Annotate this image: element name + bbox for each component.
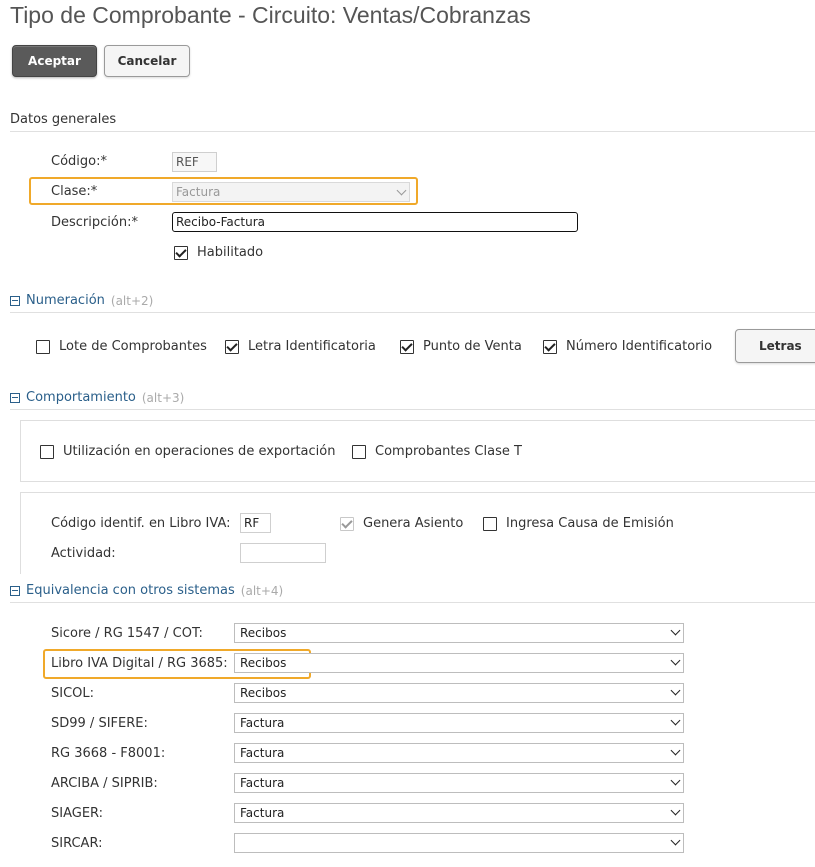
clase-value: Factura — [176, 185, 221, 199]
numeracion-shortcut: (alt+2) — [110, 293, 154, 308]
divider — [10, 602, 815, 603]
descripcion-field[interactable]: Recibo-Factura — [172, 212, 578, 232]
equiv-select-sicore[interactable]: Recibos — [234, 623, 684, 643]
genera-asiento-checkbox[interactable] — [340, 517, 354, 531]
libro-iva-label: Código identif. en Libro IVA: — [51, 516, 231, 531]
actividad-field[interactable] — [240, 543, 326, 563]
numero-checkbox[interactable] — [543, 340, 557, 354]
equiv-row-label: Libro IVA Digital / RG 3685: — [51, 656, 228, 671]
equiv-row-label: Sicore / RG 1547 / COT: — [51, 626, 203, 641]
equiv-select-value: Factura — [240, 776, 285, 790]
punto-venta-checkbox[interactable] — [400, 340, 414, 354]
chevron-down-icon — [670, 685, 681, 696]
clase-select[interactable]: Factura — [172, 182, 410, 202]
causa-emision-checkbox[interactable] — [483, 517, 497, 531]
equiv-select-value: Factura — [240, 716, 285, 730]
collapse-icon — [10, 392, 20, 403]
equiv-select-value: Factura — [240, 806, 285, 820]
equiv-select-sircar[interactable] — [234, 833, 684, 853]
page-title: Tipo de Comprobante - Circuito: Ventas/C… — [10, 2, 531, 28]
libro-iva-field[interactable]: RF — [240, 513, 271, 533]
equiv-row-label: SD99 / SIFERE: — [51, 716, 148, 731]
letra-checkbox[interactable] — [225, 340, 239, 354]
equiv-row-label: RG 3668 - F8001: — [51, 746, 166, 761]
numeracion-header[interactable]: Numeración (alt+2) — [10, 293, 153, 308]
clase-t-label: Comprobantes Clase T — [375, 444, 522, 459]
divider — [10, 409, 815, 410]
chevron-down-icon — [670, 715, 681, 726]
equiv-select-sicol[interactable]: Recibos — [234, 683, 684, 703]
chevron-down-icon — [670, 835, 681, 846]
causa-emision-label: Ingresa Causa de Emisión — [506, 516, 674, 531]
lote-checkbox[interactable] — [36, 340, 50, 354]
clase-t-checkbox[interactable] — [352, 445, 366, 459]
habilitado-label: Habilitado — [197, 245, 264, 260]
numeracion-header-label: Numeración — [26, 293, 105, 308]
divider — [10, 312, 815, 313]
libro-iva-box — [20, 492, 815, 574]
equiv-select-sd99[interactable]: Factura — [234, 713, 684, 733]
chevron-down-icon — [670, 775, 681, 786]
lote-label: Lote de Comprobantes — [59, 339, 207, 354]
genera-asiento-label: Genera Asiento — [363, 516, 464, 531]
codigo-field[interactable]: REF — [172, 152, 217, 172]
equiv-select-value: Recibos — [240, 686, 287, 700]
collapse-icon — [10, 585, 20, 596]
punto-venta-label: Punto de Venta — [423, 339, 522, 354]
equiv-select-rg3668[interactable]: Factura — [234, 743, 684, 763]
comportamiento-header[interactable]: Comportamiento (alt+3) — [10, 390, 184, 405]
equivalencia-header[interactable]: Equivalencia con otros sistemas (alt+4) — [10, 583, 283, 598]
codigo-label: Código:* — [51, 154, 107, 169]
cancel-button[interactable]: Cancelar — [104, 45, 190, 77]
equiv-row-label: SIAGER: — [51, 806, 104, 821]
exportacion-label: Utilización en operaciones de exportació… — [63, 444, 336, 459]
equiv-select-value: Recibos — [240, 656, 287, 670]
equivalencia-header-label: Equivalencia con otros sistemas — [26, 583, 235, 598]
chevron-down-icon — [670, 805, 681, 816]
equiv-select-value: Recibos — [240, 626, 287, 640]
chevron-down-icon — [396, 185, 407, 196]
numero-label: Número Identificatorio — [566, 339, 713, 354]
letras-button[interactable]: Letras — [735, 329, 815, 363]
exportacion-checkbox[interactable] — [40, 445, 54, 459]
equiv-row-label: SIRCAR: — [51, 836, 103, 851]
divider — [10, 131, 815, 132]
equiv-select-siager[interactable]: Factura — [234, 803, 684, 823]
clase-label: Clase:* — [51, 184, 98, 199]
chevron-down-icon — [670, 625, 681, 636]
equiv-select-value: Factura — [240, 746, 285, 760]
equiv-select-libro-iva-digital[interactable]: Recibos — [234, 653, 684, 673]
letra-label: Letra Identificatoria — [248, 339, 376, 354]
descripcion-label: Descripción:* — [51, 215, 138, 230]
equiv-row-label: SICOL: — [51, 686, 95, 701]
comportamiento-shortcut: (alt+3) — [141, 390, 185, 405]
actividad-label: Actividad: — [51, 546, 116, 561]
habilitado-checkbox[interactable] — [174, 246, 188, 260]
accept-button[interactable]: Aceptar — [12, 45, 97, 77]
chevron-down-icon — [670, 655, 681, 666]
general-section-label: Datos generales — [10, 112, 117, 127]
equiv-select-arciba[interactable]: Factura — [234, 773, 684, 793]
equivalencia-shortcut: (alt+4) — [240, 583, 284, 598]
chevron-down-icon — [670, 745, 681, 756]
collapse-icon — [10, 295, 20, 306]
comportamiento-header-label: Comportamiento — [26, 390, 136, 405]
equiv-row-label: ARCIBA / SIPRIB: — [51, 776, 158, 791]
